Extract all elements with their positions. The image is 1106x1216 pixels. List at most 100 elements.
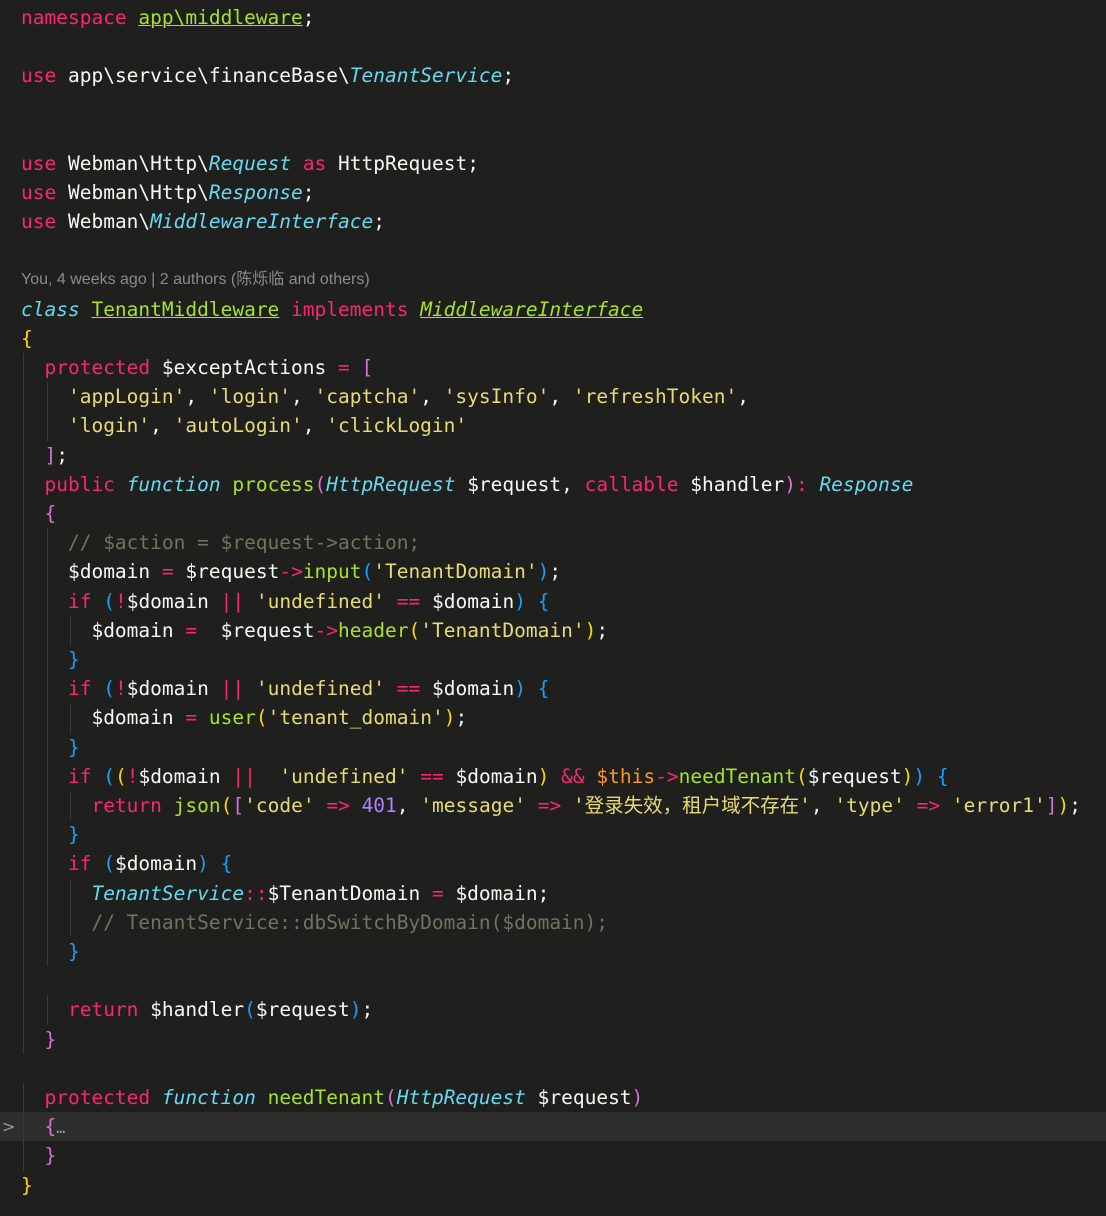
code-punct	[21, 356, 44, 379]
code-token: input	[302, 560, 362, 584]
code-punct	[91, 765, 103, 788]
code-punct	[279, 298, 291, 321]
code-line[interactable]	[0, 966, 1106, 996]
code-text: if ((!$domain || 'undefined' == $domain)…	[21, 762, 949, 791]
code-token: $domain	[455, 764, 538, 788]
code-punct	[420, 882, 432, 905]
code-text: TenantService::$TenantDomain = $domain;	[21, 879, 549, 908]
code-line[interactable]	[0, 1054, 1106, 1083]
code-line[interactable]: 'appLogin', 'login', 'captcha', 'sysInfo…	[0, 382, 1106, 412]
code-line[interactable]: $domain = $request->header('TenantDomain…	[0, 615, 1106, 645]
blame-annotation-line[interactable]: You, 4 weeks ago | 2 authors (陈烁临 and ot…	[0, 265, 1106, 294]
code-line[interactable]: use Webman\Http\Response;	[0, 178, 1106, 207]
code-token: Response	[819, 472, 914, 496]
code-punct	[21, 502, 44, 525]
code-line[interactable]: if ((!$domain || 'undefined' == $domain)…	[0, 761, 1106, 791]
code-punct: )	[913, 764, 926, 788]
code-line[interactable]: class TenantMiddleware implements Middle…	[0, 295, 1106, 324]
code-punct	[21, 823, 68, 846]
code-punct: (	[361, 560, 374, 584]
code-line[interactable]: use Webman\MiddlewareInterface;	[0, 207, 1106, 236]
code-line[interactable]: // $action = $request->action;	[0, 528, 1106, 558]
code-line[interactable]: }	[0, 820, 1106, 850]
code-line[interactable]: ];	[0, 440, 1106, 470]
code-line[interactable]: }	[0, 645, 1106, 675]
code-token: $domain	[432, 589, 515, 613]
code-punct	[244, 590, 256, 613]
fold-chevron-icon[interactable]: >	[2, 1112, 15, 1141]
code-punct: )	[631, 1086, 644, 1109]
code-line[interactable]: namespace app\middleware;	[0, 3, 1106, 32]
code-line[interactable]: return $handler($request);	[0, 995, 1106, 1025]
code-line[interactable]	[0, 32, 1106, 61]
code-line[interactable]	[0, 90, 1106, 119]
code-token: 'code'	[244, 794, 315, 817]
code-line[interactable]: }	[0, 1141, 1106, 1171]
code-line[interactable]: use app\service\financeBase\TenantServic…	[0, 61, 1106, 90]
code-line[interactable]: return json(['code' => 401, 'message' =>…	[0, 791, 1106, 821]
code-punct: ||	[220, 589, 245, 613]
code-line[interactable]: > {…	[0, 1112, 1106, 1142]
code-token: MiddlewareInterface	[150, 210, 374, 233]
code-line[interactable]: }	[0, 1024, 1106, 1054]
code-line[interactable]: protected $exceptActions = [	[0, 353, 1106, 383]
code-punct: }	[44, 1027, 57, 1051]
code-line[interactable]: public function process(HttpRequest $req…	[0, 469, 1106, 499]
code-line[interactable]: TenantService::$TenantDomain = $domain;	[0, 878, 1106, 908]
code-text: public function process(HttpRequest $req…	[21, 470, 913, 499]
code-punct: ,	[291, 385, 315, 409]
code-token: // $action = $request->action;	[67, 531, 421, 555]
code-punct	[256, 1086, 268, 1109]
code-line[interactable]: }	[0, 732, 1106, 762]
code-token: 'refreshToken'	[572, 385, 738, 409]
code-line[interactable]	[0, 119, 1106, 148]
code-line[interactable]: $domain = $request->input('TenantDomain'…	[0, 557, 1106, 587]
code-editor[interactable]: namespace app\middleware; use app\service…	[0, 0, 1106, 1216]
code-punct: =	[185, 706, 198, 730]
code-punct: ;	[302, 180, 315, 204]
code-punct	[21, 1144, 44, 1167]
code-punct	[162, 794, 174, 817]
code-punct	[940, 794, 952, 817]
code-line[interactable]: 'login', 'autoLogin', 'clickLogin'	[0, 411, 1106, 441]
code-punct	[21, 473, 44, 496]
git-blame-annotation[interactable]: You, 4 weeks ago | 2 authors (陈烁临 and ot…	[21, 265, 370, 294]
code-punct	[209, 677, 221, 700]
code-line[interactable]: use Webman\Http\Request as HttpRequest;	[0, 149, 1106, 178]
code-token: HttpRequest	[326, 472, 456, 496]
code-punct	[420, 590, 432, 613]
code-line[interactable]: {	[0, 499, 1106, 529]
code-line[interactable]	[0, 236, 1106, 265]
code-text: }	[21, 1141, 56, 1170]
code-token: $request	[467, 472, 562, 496]
code-line[interactable]: protected function needTenant(HttpReques…	[0, 1083, 1106, 1113]
code-line[interactable]: if ($domain) {	[0, 849, 1106, 879]
code-token: 'captcha'	[314, 385, 421, 409]
code-line[interactable]: if (!$domain || 'undefined' == $domain) …	[0, 586, 1106, 616]
code-line[interactable]: $domain = user('tenant_domain');	[0, 703, 1106, 733]
code-punct: ,	[396, 794, 421, 817]
code-line[interactable]: }	[0, 1171, 1106, 1200]
code-text: }	[21, 1171, 33, 1200]
code-token: callable	[584, 472, 679, 496]
code-line[interactable]: if (!$domain || 'undefined' == $domain) …	[0, 674, 1106, 704]
code-token: $domain	[455, 881, 538, 905]
code-token: $domain	[91, 618, 174, 642]
code-punct	[150, 1086, 162, 1109]
code-line[interactable]: }	[0, 937, 1106, 967]
code-punct	[526, 794, 538, 817]
code-text: if (!$domain || 'undefined' == $domain) …	[21, 674, 549, 703]
code-line[interactable]: // TenantService::dbSwitchByDomain($doma…	[0, 907, 1106, 937]
code-token: Webman\Http\	[67, 151, 209, 175]
code-token: function	[161, 1086, 256, 1109]
code-line[interactable]: {	[0, 324, 1106, 353]
code-token: $TenantDomain	[267, 881, 421, 905]
code-punct: (	[255, 706, 268, 730]
code-punct: ->	[279, 560, 303, 584]
code-punct	[21, 706, 91, 729]
code-token: 'clickLogin'	[326, 414, 468, 438]
code-punct	[138, 998, 150, 1021]
code-punct: =	[338, 356, 350, 379]
code-token: 'login'	[67, 414, 151, 438]
code-text: // TenantService::dbSwitchByDomain($doma…	[21, 908, 608, 937]
